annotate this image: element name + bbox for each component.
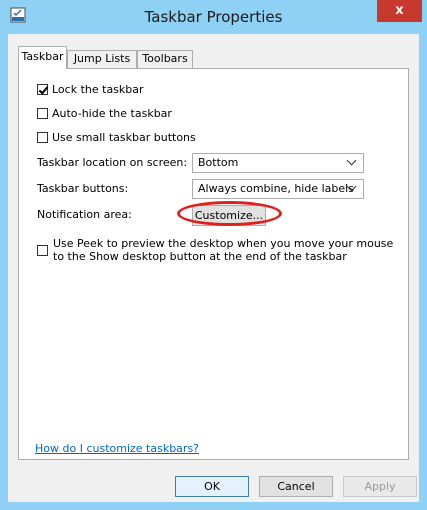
autohide-label: Auto-hide the taskbar — [52, 107, 172, 120]
annotation-circle — [177, 201, 282, 226]
dialog-client-area: Taskbar Jump Lists Toolbars Lock the tas… — [8, 34, 419, 502]
peek-label: Use Peek to preview the desktop when you… — [53, 237, 394, 263]
cancel-button[interactable]: Cancel — [259, 476, 333, 497]
title-bar: Taskbar Properties x — [0, 0, 427, 34]
notification-label: Notification area: — [37, 208, 132, 221]
autohide-option[interactable]: Auto-hide the taskbar — [37, 107, 172, 120]
apply-button[interactable]: Apply — [343, 476, 417, 497]
small-buttons-label: Use small taskbar buttons — [52, 131, 196, 144]
lock-taskbar-label: Lock the taskbar — [52, 83, 144, 96]
tab-taskbar[interactable]: Taskbar — [18, 46, 67, 69]
small-buttons-option[interactable]: Use small taskbar buttons — [37, 131, 196, 144]
location-dropdown[interactable]: Bottom — [192, 153, 364, 173]
location-label: Taskbar location on screen: — [37, 156, 188, 169]
window-title: Taskbar Properties — [144, 8, 283, 26]
taskbar-buttons-dropdown[interactable]: Always combine, hide labels — [192, 179, 364, 199]
small-buttons-checkbox[interactable] — [37, 132, 48, 143]
notification-row: Notification area: — [37, 208, 132, 221]
location-value: Bottom — [198, 156, 239, 169]
tab-jump-lists[interactable]: Jump Lists — [67, 50, 137, 68]
close-button[interactable]: x — [377, 0, 422, 22]
taskbar-buttons-label: Taskbar buttons: — [37, 182, 129, 195]
close-icon: x — [395, 3, 404, 18]
lock-taskbar-option[interactable]: Lock the taskbar — [37, 83, 144, 96]
chevron-down-icon — [346, 155, 357, 166]
help-link[interactable]: How do I customize taskbars? — [35, 442, 199, 455]
taskbar-tab-panel: Lock the taskbar Auto-hide the taskbar U… — [18, 68, 409, 460]
location-row: Taskbar location on screen: — [37, 156, 187, 169]
autohide-checkbox[interactable] — [37, 108, 48, 119]
taskbar-buttons-value: Always combine, hide labels — [198, 182, 354, 195]
ok-button[interactable]: OK — [175, 476, 249, 497]
lock-taskbar-checkbox[interactable] — [37, 84, 48, 95]
peek-checkbox[interactable] — [37, 245, 48, 256]
taskbar-properties-window: Taskbar Properties x Taskbar Jump Lists … — [0, 0, 427, 510]
tab-toolbars[interactable]: Toolbars — [137, 50, 193, 68]
buttons-row: Taskbar buttons: — [37, 182, 128, 195]
